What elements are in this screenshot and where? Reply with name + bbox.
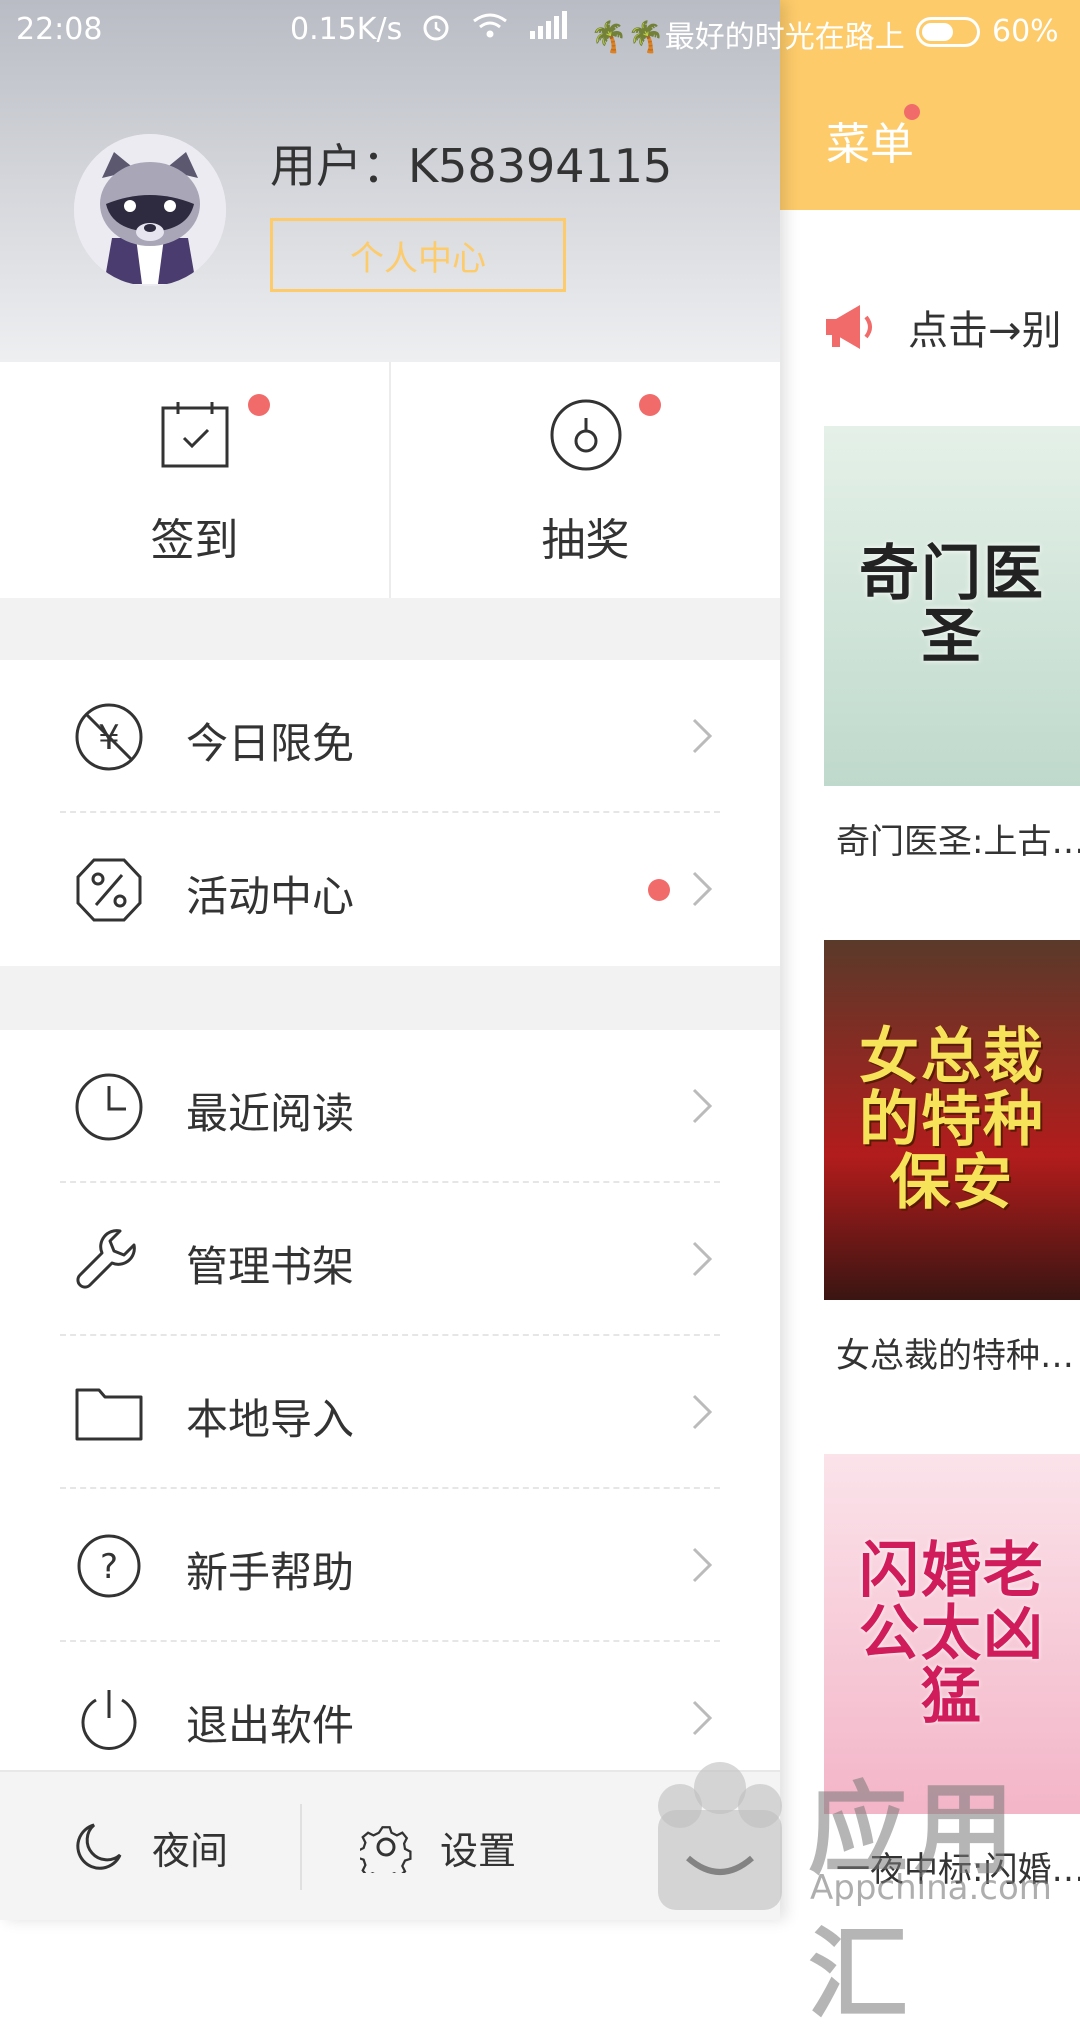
menu-label: 本地导入 (186, 1395, 355, 1444)
book-card[interactable]: 奇门医圣 奇门医圣:上古… (824, 426, 1080, 863)
percent-badge-icon (76, 858, 142, 922)
lottery-dial-icon (550, 399, 622, 471)
menu-item-manage-shelf[interactable]: 管理书架 (0, 1183, 780, 1336)
wrench-icon (76, 1229, 136, 1289)
power-icon (81, 1690, 137, 1750)
lottery-label: 抽奖 (541, 515, 630, 566)
clock-icon (75, 1073, 143, 1141)
battery-indicator: 60% (916, 14, 1059, 49)
svg-text:¥: ¥ (98, 718, 120, 758)
main-content-pane: 菜单 点击→别 奇门医圣 奇门医圣:上古… 女总裁的特种保安 女总裁的特种… 闪… (780, 0, 1080, 1920)
no-yen-icon: ¥ (75, 703, 143, 771)
menu-group-main: 最近阅读 管理书架 本地导入 ? 新手帮助 退出软件 (0, 1030, 780, 1795)
night-mode-label: 夜间 (152, 1828, 229, 1873)
menu-item-activity-center[interactable]: 活动中心 (0, 813, 780, 966)
chevron-right-icon (692, 1241, 713, 1277)
settings-label: 设置 (440, 1828, 517, 1873)
book-cover[interactable]: 奇门医圣 (824, 426, 1080, 786)
menu-label: 今日限免 (186, 719, 355, 768)
wifi-icon (473, 13, 507, 38)
menu-label: 最近阅读 (186, 1089, 355, 1138)
username-label: 用户：K58394115 (270, 139, 673, 193)
signal-icon (530, 11, 567, 39)
menu-item-free-today[interactable]: ¥ 今日限免 (0, 660, 780, 813)
activity-badge (648, 879, 670, 901)
menu-item-help[interactable]: ? 新手帮助 (0, 1489, 780, 1642)
chevron-right-icon (692, 871, 713, 907)
chevron-right-icon (692, 718, 713, 754)
svg-text:?: ? (100, 1547, 118, 1587)
side-drawer: 用户：K58394115 个人中心 签到 抽奖 ¥ 今日限免 活动中心 最近阅读… (0, 0, 780, 1920)
status-time: 22:08 (16, 12, 103, 47)
moon-icon (76, 1823, 122, 1870)
menu-label: 新手帮助 (186, 1548, 355, 1597)
book-cover-title: 闪婚老公太凶猛 (859, 1535, 1045, 1732)
avatar[interactable] (74, 134, 226, 286)
menu-item-local-import[interactable]: 本地导入 (0, 1336, 780, 1489)
quick-actions: 签到 抽奖 (0, 362, 780, 598)
network-speed: 0.15K/s (290, 12, 403, 47)
status-message: 🌴🌴最好的时光在路上 (590, 20, 905, 55)
megaphone-icon (826, 305, 872, 349)
lottery-button[interactable]: 抽奖 (389, 362, 780, 598)
book-title: 奇门医圣:上古… (836, 822, 1080, 862)
menu-item-recent-reading[interactable]: 最近阅读 (0, 1030, 780, 1183)
book-cover[interactable]: 女总裁的特种保安 (824, 940, 1080, 1300)
status-bar: 22:08 0.15K/s 🌴🌴最好的时光在路上 60% (0, 0, 1080, 64)
chevron-right-icon (692, 1700, 713, 1736)
check-in-badge (248, 394, 270, 416)
menu-label: 管理书架 (186, 1242, 355, 1291)
watermark-logo-icon (658, 1762, 782, 1910)
lottery-badge (639, 394, 661, 416)
status-icons (420, 10, 568, 42)
raccoon-avatar-icon (74, 134, 226, 286)
menu-badge-dot (904, 104, 920, 120)
help-circle-icon: ? (77, 1534, 141, 1598)
watermark-subtext: Appchina.com (810, 1868, 1052, 1908)
book-title: 女总裁的特种… (836, 1336, 1074, 1376)
notice-text: 点击→别 (908, 308, 1062, 354)
main-header-title[interactable]: 菜单 (826, 108, 914, 172)
menu-group-promotions: ¥ 今日限免 活动中心 (0, 660, 780, 966)
notice-banner[interactable]: 点击→别 (820, 292, 1062, 362)
night-mode-button[interactable]: 夜间 (72, 1772, 228, 1922)
battery-icon (916, 16, 980, 47)
bottom-divider (300, 1804, 302, 1890)
chevron-right-icon (692, 1088, 713, 1124)
check-in-button[interactable]: 签到 (0, 362, 389, 598)
settings-button[interactable]: 设置 (360, 1772, 516, 1922)
menu-label: 活动中心 (186, 872, 355, 921)
alarm-icon (423, 15, 449, 41)
menu-label: 退出软件 (186, 1701, 355, 1750)
book-card[interactable]: 女总裁的特种保安 女总裁的特种… (824, 940, 1080, 1377)
chevron-right-icon (692, 1547, 713, 1583)
book-cover-title: 奇门医圣 (859, 539, 1045, 672)
calendar-check-icon (161, 402, 229, 468)
personal-center-button[interactable]: 个人中心 (270, 218, 566, 292)
chevron-right-icon (692, 1394, 713, 1430)
check-in-label: 签到 (150, 515, 239, 566)
battery-percent: 60% (992, 14, 1059, 49)
book-cover-title: 女总裁的特种保安 (859, 1021, 1045, 1218)
gear-icon (360, 1826, 412, 1873)
folder-icon (75, 1388, 143, 1441)
battery-fill (922, 22, 953, 41)
appchina-watermark: 应用汇 Appchina.com (640, 1740, 1080, 2033)
